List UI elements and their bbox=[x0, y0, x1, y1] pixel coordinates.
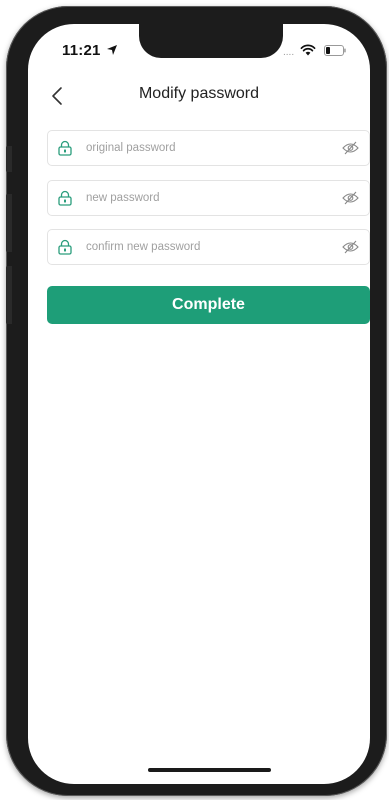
location-arrow-icon bbox=[107, 45, 117, 55]
volume-down-button bbox=[6, 266, 12, 324]
new-password-field[interactable] bbox=[47, 180, 370, 216]
app-screen: 11:21 .... Modify password Complete bbox=[28, 24, 370, 784]
confirm-password-field[interactable] bbox=[47, 229, 370, 265]
wifi-icon bbox=[300, 44, 316, 56]
complete-button[interactable]: Complete bbox=[47, 286, 370, 324]
home-indicator[interactable] bbox=[148, 768, 271, 772]
battery-icon bbox=[324, 45, 346, 56]
mute-switch bbox=[6, 146, 12, 172]
lock-icon bbox=[58, 239, 72, 255]
eye-slash-icon[interactable] bbox=[342, 191, 359, 205]
eye-slash-icon[interactable] bbox=[342, 240, 359, 254]
signal-indicator: .... bbox=[283, 47, 295, 58]
eye-slash-icon[interactable] bbox=[342, 141, 359, 155]
status-bar: 11:21 .... bbox=[28, 42, 370, 64]
confirm-password-input[interactable] bbox=[86, 230, 326, 264]
phone-frame: 11:21 .... Modify password Complete bbox=[6, 6, 387, 796]
lock-icon bbox=[58, 190, 72, 206]
lock-icon bbox=[58, 140, 72, 156]
page-title: Modify password bbox=[138, 85, 260, 102]
status-time: 11:21 bbox=[62, 42, 101, 59]
new-password-input[interactable] bbox=[86, 181, 326, 215]
original-password-input[interactable] bbox=[86, 131, 326, 165]
nav-bar: Modify password bbox=[28, 82, 370, 112]
original-password-field[interactable] bbox=[47, 130, 370, 166]
volume-up-button bbox=[6, 194, 12, 252]
